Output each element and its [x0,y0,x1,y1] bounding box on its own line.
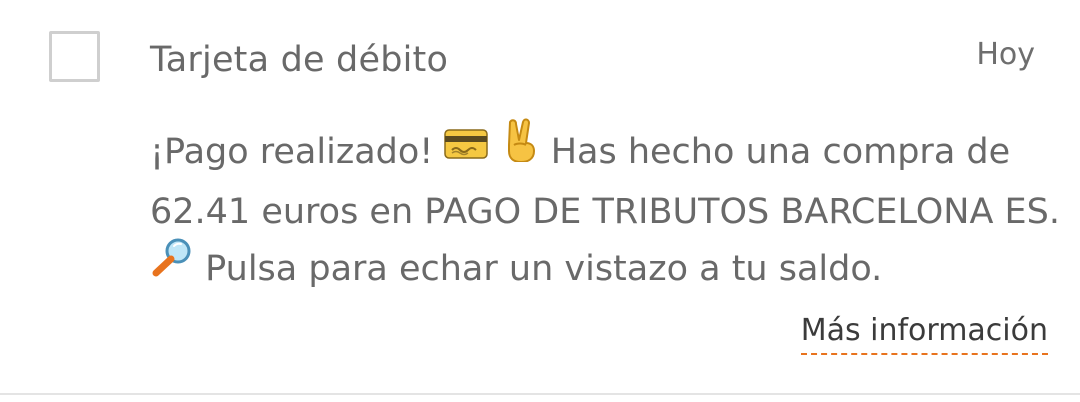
message-text-balance: Pulsa para echar un vistazo a tu saldo. [205,249,883,289]
credit-card-icon [444,121,489,178]
message-text-payment: ¡Pago realizado! [150,132,445,172]
notification-title: Tarjeta de débito [150,40,449,80]
message-line-2: 62.41 euros en PAGO DE TRIBUTOS BARCELON… [150,192,1060,232]
notification-card[interactable]: Tarjeta de débito Hoy ¡Pago realizado! H… [0,0,1080,393]
more-info-link[interactable]: Más información [800,311,1048,355]
select-checkbox[interactable] [49,31,100,82]
message-line-3: Pulsa para echar un vistazo a tu saldo. [150,238,1050,299]
notification-time: Hoy [976,37,1035,72]
divider [0,393,1080,395]
notification-message[interactable]: ¡Pago realizado! Has hecho una compra de… [150,118,1060,299]
magnifying-glass-icon [150,237,194,295]
victory-hand-icon [500,118,540,180]
message-text-purchase: Has hecho una compra de [550,132,1011,172]
message-line-1: ¡Pago realizado! Has hecho una compra de [150,118,1050,184]
